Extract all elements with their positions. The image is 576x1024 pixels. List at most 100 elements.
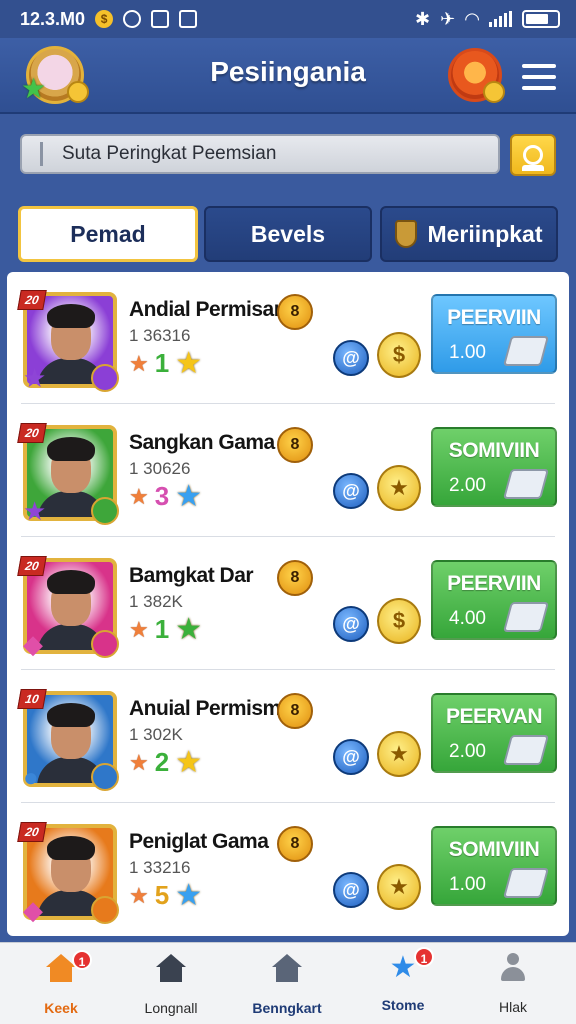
level-flag: 20 xyxy=(17,290,47,310)
nav-item-longnall[interactable]: Longnall xyxy=(116,951,226,1021)
small-star-icon: ★ xyxy=(129,616,149,642)
player-score: 1 33216 xyxy=(129,858,191,877)
divider xyxy=(21,669,555,670)
graduation-cap-icon xyxy=(502,336,550,366)
action-button-label: PEERVAN xyxy=(445,705,543,728)
action-button-value: 4.00 xyxy=(449,608,486,629)
badge-icon xyxy=(91,630,119,658)
search-input[interactable]: Suta Peringkat Peemsian xyxy=(20,134,500,174)
nav-item-benngkart[interactable]: Benngkart xyxy=(232,951,342,1021)
tab-label: Bevels xyxy=(250,220,326,247)
list-item[interactable]: 10 ● Anuial Permism 1 302K ★ 2 ★ 8 @ ★ P… xyxy=(7,671,569,803)
divider xyxy=(21,403,555,404)
tab-bevels[interactable]: Bevels xyxy=(204,206,372,262)
list-item[interactable]: 20 ◆ Peniglat Gama 1 33216 ★ 5 ★ 8 @ ★ S… xyxy=(7,804,569,936)
count-badge: 8 xyxy=(277,826,313,862)
action-button-value: 2.00 xyxy=(449,475,486,496)
info-icon xyxy=(123,10,142,28)
home-icon: 1 xyxy=(44,950,92,988)
list-item[interactable]: 20 ★ Sangkan Gama 1 30626 ★ 3 ★ 8 @ ★ SO… xyxy=(7,405,569,537)
blue-coin-icon: ● xyxy=(23,762,39,792)
graduation-cap-icon xyxy=(502,469,550,499)
divider xyxy=(21,802,555,803)
wifi-icon: ◠ xyxy=(465,8,479,29)
list-item[interactable]: 20 ◆ Bamgkat Dar 1 382K ★ 1 ★ 8 @ $ PEER… xyxy=(7,538,569,670)
small-star-icon: ★ xyxy=(129,483,149,509)
status-time: 12.3.M0 xyxy=(20,8,86,29)
count-badge: 8 xyxy=(277,427,313,463)
player-name: Peniglat Gama xyxy=(129,830,269,853)
action-button-value: 1.00 xyxy=(449,342,486,363)
bluetooth-icon: ✱ xyxy=(414,8,431,29)
bottom-nav: 1 Keek Longnall Benngkart ★ 1 Stome Hlak xyxy=(0,942,576,1024)
level-flag: 20 xyxy=(17,423,47,443)
shield-icon xyxy=(395,220,418,248)
count-badge: 8 xyxy=(277,693,313,729)
profile-icon xyxy=(496,953,530,987)
action-button[interactable]: SOMIVIIN 1.00 xyxy=(431,826,557,906)
player-stats: ★ 5 ★ xyxy=(129,878,202,913)
battery-icon xyxy=(522,10,560,28)
blue-bomb-icon: @ xyxy=(333,473,369,509)
star-icon: ★ xyxy=(175,347,203,380)
stat-value: 1 xyxy=(154,614,170,644)
blue-bomb-icon: @ xyxy=(333,739,369,775)
ranking-list: 20 ★ Andial Permisan 1 36316 ★ 1 ★ 8 @ $… xyxy=(7,272,569,936)
nav-label: Hlak xyxy=(498,999,527,1015)
tab-bar: Pemad Bevels Meriinpkat xyxy=(18,206,558,262)
badge-icon xyxy=(91,497,119,525)
level-flag: 10 xyxy=(17,689,47,709)
badge-icon xyxy=(91,763,119,791)
nav-label: Benngkart xyxy=(252,1000,322,1016)
blue-bomb-icon: @ xyxy=(333,606,369,642)
graduation-cap-icon xyxy=(502,602,550,632)
player-stats: ★ 1 ★ xyxy=(129,612,202,647)
star-icon: ★ 1 xyxy=(386,947,434,985)
purple-star-icon: ★ xyxy=(23,496,47,526)
search-button[interactable] xyxy=(510,134,556,176)
action-button-label: SOMIVIIN xyxy=(448,838,540,861)
level-flag: 20 xyxy=(17,822,47,842)
action-button[interactable]: PEERVIIN 1.00 xyxy=(431,294,557,374)
app-header: ★ Pesiingania xyxy=(0,38,576,114)
tab-meriinpkat[interactable]: Meriinpkat xyxy=(380,206,558,262)
tab-pemad[interactable]: Pemad xyxy=(18,206,198,262)
nav-label: Stome xyxy=(381,997,425,1013)
home-dark-icon xyxy=(154,954,188,988)
gallery-icon xyxy=(151,10,170,28)
player-score: 1 382K xyxy=(129,592,183,611)
player-stats: ★ 1 ★ xyxy=(129,346,202,381)
status-bar: 12.3.M0 $ ✱ ✈ ◠ xyxy=(0,0,576,38)
star-icon: ★ xyxy=(175,746,203,779)
badge-icon xyxy=(91,896,119,924)
star-icon: ★ xyxy=(175,879,203,912)
blue-bomb-icon: @ xyxy=(333,872,369,908)
pink-gem-icon: ◆ xyxy=(23,629,43,659)
nav-label: Keek xyxy=(44,1000,78,1016)
star-icon: ★ xyxy=(175,480,203,513)
nav-item-stome[interactable]: ★ 1 Stome xyxy=(348,947,458,1021)
coin-icon: $ xyxy=(95,10,114,28)
list-item[interactable]: 20 ★ Andial Permisan 1 36316 ★ 1 ★ 8 @ $… xyxy=(7,272,569,404)
nav-item-hlak[interactable]: Hlak xyxy=(458,951,568,1021)
dollar-coin-icon: $ xyxy=(377,332,421,378)
player-score: 1 30626 xyxy=(129,459,191,478)
menu-icon[interactable] xyxy=(522,64,556,90)
small-star-icon: ★ xyxy=(129,350,149,376)
tab-label: Meriinpkat xyxy=(427,220,543,247)
dollar-coin-icon: $ xyxy=(377,598,421,644)
star-icon: ★ xyxy=(175,613,203,646)
blue-bomb-icon: @ xyxy=(333,340,369,376)
stat-value: 5 xyxy=(154,880,170,910)
player-name: Bamgkat Dar xyxy=(129,564,254,587)
coin-icon xyxy=(483,81,505,103)
action-button[interactable]: SOMIVIIN 2.00 xyxy=(431,427,557,507)
rewards-badge[interactable] xyxy=(448,48,505,103)
camera-icon xyxy=(179,10,198,28)
nav-item-keek[interactable]: 1 Keek xyxy=(6,950,116,1021)
badge-icon xyxy=(91,364,119,392)
action-button[interactable]: PEERVIIN 4.00 xyxy=(431,560,557,640)
action-button[interactable]: PEERVAN 2.00 xyxy=(431,693,557,773)
notification-badge: 1 xyxy=(72,950,92,970)
player-name: Anuial Permism xyxy=(129,697,281,720)
